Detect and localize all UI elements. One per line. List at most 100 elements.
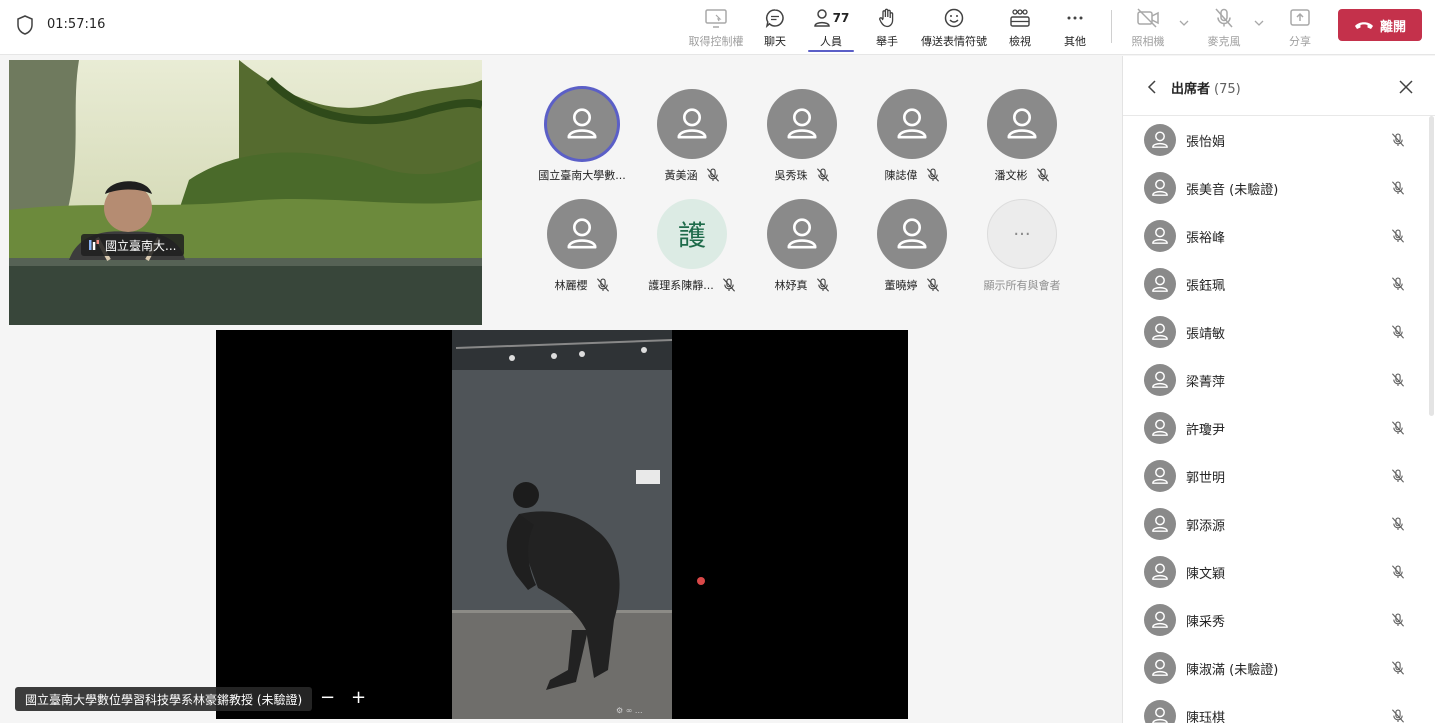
attendee-avatar [1144,268,1176,300]
attendee-row[interactable]: 許瓊尹 [1123,404,1435,452]
attendee-avatar [1144,364,1176,396]
more-button[interactable]: 其他 [1063,6,1087,50]
mic-off-icon [1391,709,1405,723]
hand-icon [879,8,894,28]
mic-button[interactable]: 麥克風 [1207,6,1241,50]
screen-share-owner-tag: 國立臺南大學數位學習科技學系林豪鏘教授 (未驗證) [15,687,313,711]
person-icon [1152,371,1168,388]
attendees-scrollbar[interactable] [1429,116,1434,416]
participant-name-row: 董曉婷 [857,277,967,293]
attendee-row[interactable]: 陳珏棋 [1123,692,1435,723]
people-button[interactable]: 77 人員 [810,6,852,50]
participant-tile[interactable]: 潘文彬 [967,89,1077,183]
camera-off-icon [1137,8,1159,28]
attendee-row[interactable]: 陳文穎 [1123,548,1435,596]
participant-tile[interactable]: 國立臺南大學數... [527,89,637,183]
participant-tile[interactable]: 吳秀珠 [747,89,857,183]
attendee-avatar [1144,700,1176,723]
camera-button[interactable]: 照相機 [1130,6,1166,50]
attendee-row[interactable]: 張裕峰 [1123,212,1435,260]
raise-hand-button[interactable]: 舉手 [874,6,900,50]
attendee-name: 許瓊尹 [1186,422,1226,438]
attendee-name: 張裕峰 [1186,230,1226,246]
person-icon [1152,323,1168,340]
attendee-name: 張鈺珮 [1186,278,1226,294]
attendee-name: 梁菁萍 [1186,374,1226,390]
person-icon [1152,707,1168,723]
participant-tile[interactable]: 陳誌偉 [857,89,967,183]
participant-avatar [767,89,837,159]
mic-off-icon [1391,277,1405,291]
participant-tile[interactable]: 護護理系陳靜... [637,199,747,293]
camera-options-chevron-icon[interactable] [1179,18,1189,28]
person-icon [1152,179,1168,196]
attendee-row[interactable]: 梁菁萍 [1123,356,1435,404]
mic-off-icon [1036,168,1049,182]
attendee-row[interactable]: 郭添源 [1123,500,1435,548]
show-all-participants-button[interactable]: ··· 顯示所有與會者 [967,199,1077,293]
mic-off-icon [816,168,829,182]
self-video-tile[interactable]: 國立臺南大... [9,60,482,325]
shield-icon [17,15,33,35]
attendee-mic-status [1391,516,1407,532]
mic-off-icon [926,168,939,182]
shared-video-content: ⚙ ∞ ... [216,330,908,719]
zoom-out-button[interactable]: − [320,688,335,708]
attendee-name: 陳文穎 [1186,566,1226,582]
shared-screen[interactable]: ⚙ ∞ ... [216,330,908,719]
toolbar-divider [1111,10,1112,43]
more-participants-avatar: ··· [987,199,1057,269]
view-button[interactable]: 檢視 [1006,6,1034,50]
participant-name-row: 潘文彬 [967,167,1077,183]
people-icon [813,9,830,27]
chat-label: 聊天 [764,35,786,48]
show-all-participants-label: 顯示所有與會者 [983,279,1061,292]
attendee-row[interactable]: 陳采秀 [1123,596,1435,644]
participant-tile[interactable]: 林麗櫻 [527,199,637,293]
mic-off-icon [1391,133,1405,147]
chat-button[interactable]: 聊天 [760,6,790,50]
attendee-name: 郭世明 [1186,470,1226,486]
mic-off-icon [1391,421,1405,435]
participant-tile[interactable]: 董曉婷 [857,199,967,293]
participant-name: 董曉婷 [884,279,918,292]
mic-options-chevron-icon[interactable] [1254,18,1264,28]
participant-name-row: 國立臺南大學數... [527,167,637,183]
attendee-row[interactable]: 郭世明 [1123,452,1435,500]
attendee-row[interactable]: 張美音 (未驗證) [1123,164,1435,212]
attendee-name: 張美音 (未驗證) [1186,182,1279,198]
person-icon [567,108,597,139]
back-chevron-icon[interactable] [1147,80,1159,94]
attendee-mic-status [1391,660,1407,676]
close-icon[interactable] [1399,80,1413,94]
chat-icon [765,9,784,28]
attendee-row[interactable]: 張靖敏 [1123,308,1435,356]
attendee-mic-status [1391,180,1407,196]
person-icon [787,108,817,139]
leave-button[interactable]: 離開 [1338,9,1422,41]
participant-name: 林妤真 [774,279,808,292]
participant-avatar: 護 [657,199,727,269]
attendee-row[interactable]: 張怡娟 [1123,116,1435,164]
attendee-mic-status [1391,324,1407,340]
take-control-button[interactable]: 取得控制權 [688,6,744,50]
person-icon [1152,131,1168,148]
participant-name-row: 黃美涵 [637,167,747,183]
person-icon [787,218,817,249]
attendee-row[interactable]: 陳淑滿 (未驗證) [1123,644,1435,692]
participant-name-row: 林麗櫻 [527,277,637,293]
attendee-name: 張怡娟 [1186,134,1226,150]
zoom-in-button[interactable]: + [351,688,366,708]
attendee-name: 陳淑滿 (未驗證) [1186,662,1279,678]
attendee-avatar [1144,508,1176,540]
reactions-button[interactable]: 傳送表情符號 [919,6,989,50]
share-label: 分享 [1289,35,1311,48]
mic-off-icon [1391,229,1405,243]
more-dots-icon [1067,16,1083,20]
attendee-row[interactable]: 張鈺珮 [1123,260,1435,308]
participant-tile[interactable]: 林妤真 [747,199,857,293]
attendee-avatar [1144,316,1176,348]
raise-hand-label: 舉手 [876,35,898,48]
participant-tile[interactable]: 黃美涵 [637,89,747,183]
share-button[interactable]: 分享 [1288,6,1312,50]
